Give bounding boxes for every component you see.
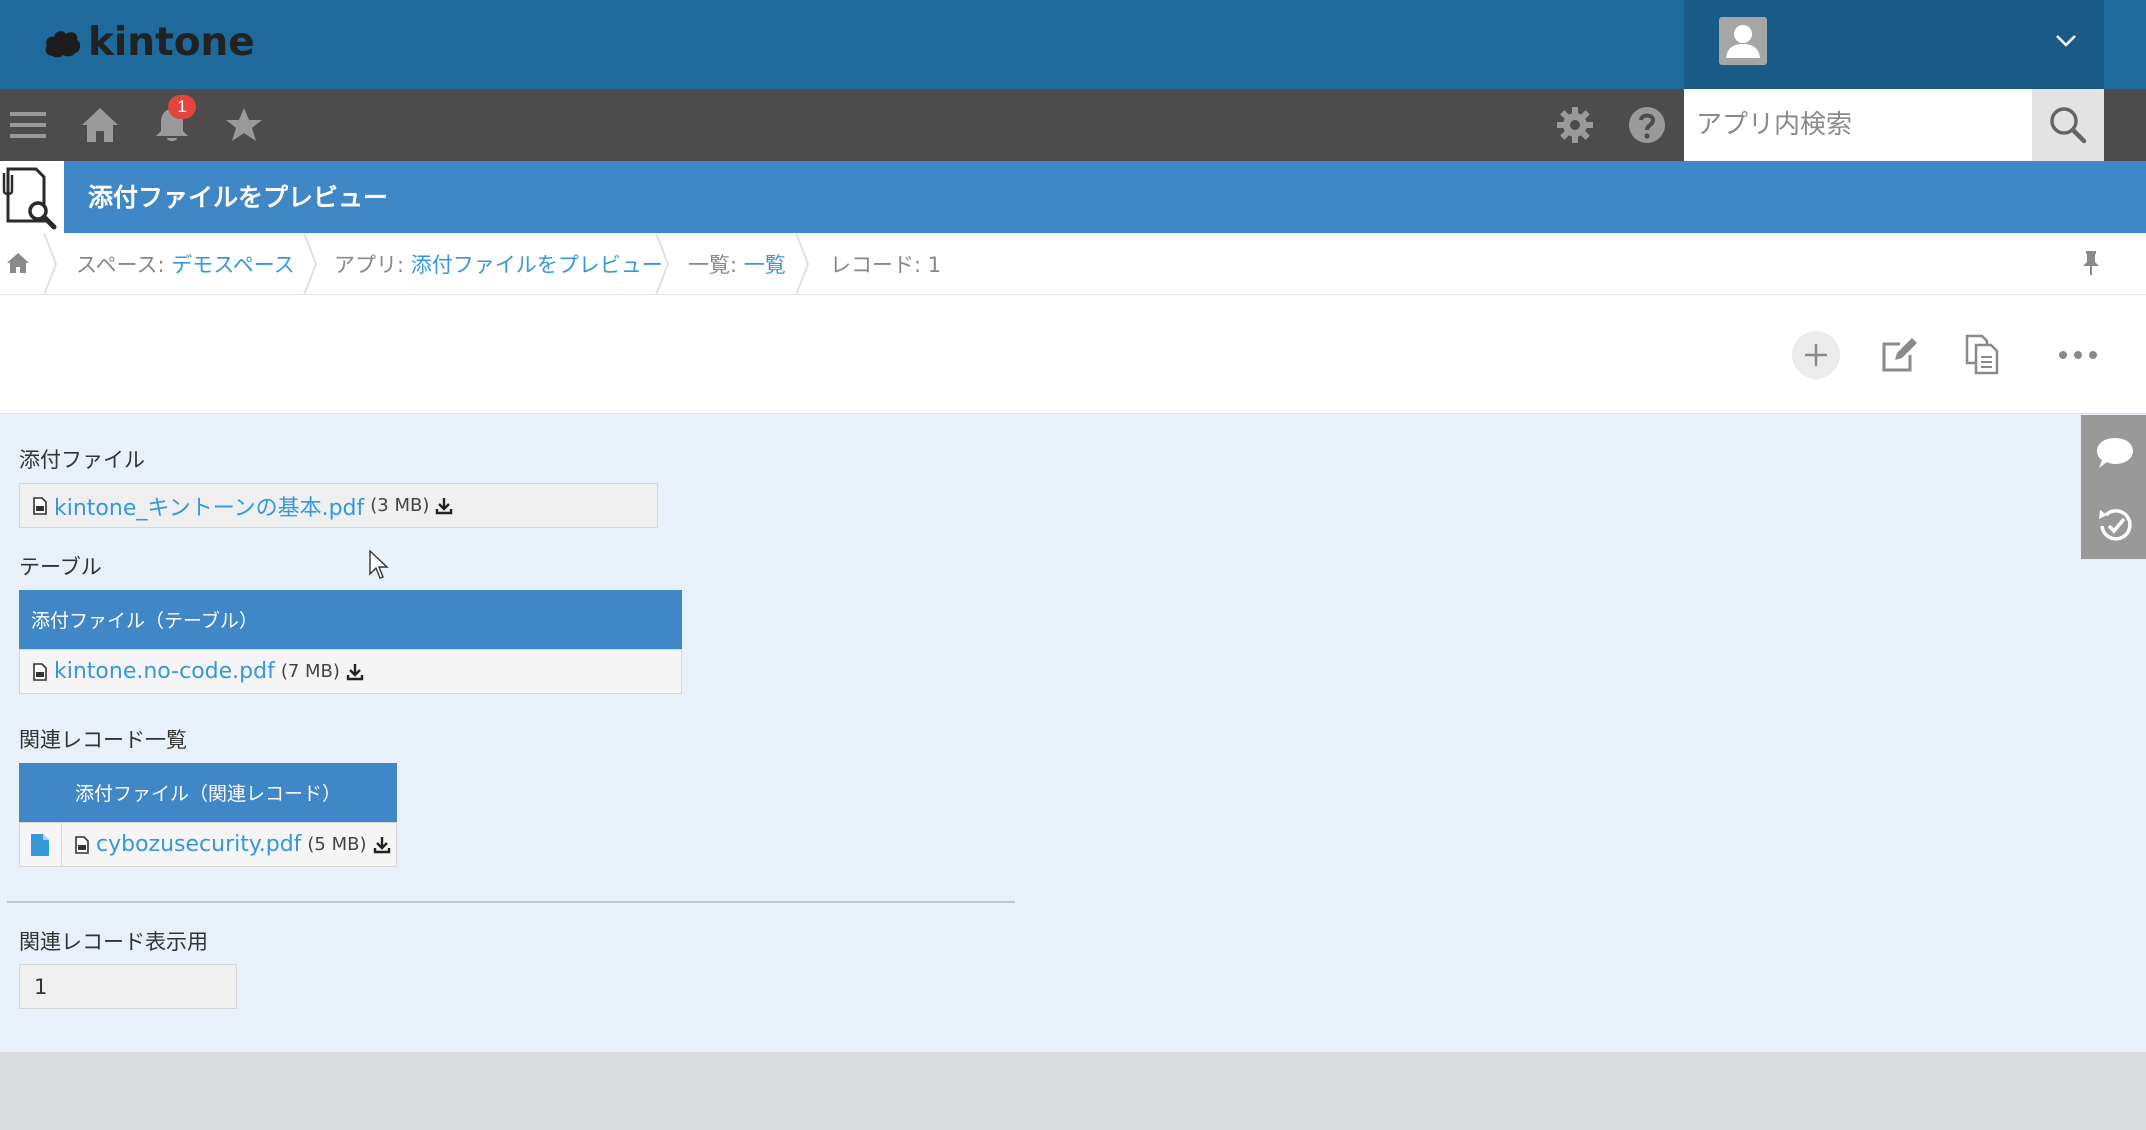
edit-icon[interactable] [1880, 335, 1920, 375]
breadcrumb-view-label: 一覧: [688, 253, 744, 277]
kintone-logo[interactable]: kintone [44, 20, 255, 65]
copy-icon[interactable] [1964, 333, 2000, 375]
history-icon[interactable] [2096, 506, 2134, 544]
pin-icon[interactable] [2080, 250, 2102, 276]
related-display-label: 関連レコード表示用 [19, 930, 208, 954]
download-icon[interactable] [373, 836, 391, 854]
more-icon[interactable] [2058, 346, 2098, 364]
breadcrumb-separator [655, 233, 670, 295]
search-button[interactable] [2032, 89, 2104, 161]
breadcrumb-separator [795, 233, 810, 295]
search-icon [2050, 107, 2087, 144]
app-search-input[interactable] [1696, 103, 2036, 147]
related-records-header: 添付ファイル（関連レコード） [19, 763, 397, 822]
file-icon [33, 496, 47, 515]
table-file-size: (7 MB) [280, 661, 340, 682]
breadcrumb-app-label: アプリ: [334, 253, 411, 277]
breadcrumb-space-link[interactable]: デモスペース [171, 253, 294, 277]
notification-badge: 1 [168, 95, 196, 119]
help-icon[interactable] [1627, 105, 1667, 145]
cloud-logo-icon [45, 30, 81, 57]
attachment-field: kintone_キントーンの基本.pdf (3 MB) [19, 483, 658, 528]
menu-icon[interactable] [8, 105, 48, 145]
download-icon[interactable] [346, 663, 364, 681]
attachment-file-size: (3 MB) [370, 495, 430, 516]
breadcrumb-view-link[interactable]: 一覧 [744, 253, 786, 277]
breadcrumb-space-label: スペース: [76, 253, 172, 277]
related-records-label: 関連レコード一覧 [19, 728, 187, 752]
table-field-label: テーブル [19, 555, 102, 579]
home-icon[interactable] [80, 105, 120, 145]
star-icon[interactable] [224, 105, 264, 145]
table-header: 添付ファイル（テーブル） [19, 590, 682, 649]
app-icon[interactable] [0, 161, 64, 233]
breadcrumb-record: レコード: 1 [830, 253, 942, 277]
gear-icon[interactable] [1555, 105, 1595, 145]
related-display-value: 1 [19, 964, 237, 1009]
breadcrumb-app: アプリ: 添付ファイルをプレビュー [334, 249, 663, 279]
breadcrumb-home-icon[interactable] [6, 251, 30, 275]
field-divider [7, 901, 1015, 903]
comment-icon[interactable] [2096, 436, 2134, 470]
related-file-link[interactable]: cybozusecurity.pdf [96, 832, 301, 857]
chevron-down-icon[interactable] [2055, 28, 2077, 52]
breadcrumb-space: スペース: デモスペース [76, 249, 295, 279]
table-row: kintone.no-code.pdf (7 MB) [19, 649, 682, 694]
file-icon [75, 835, 89, 854]
breadcrumb [0, 233, 2146, 295]
attachment-file-link[interactable]: kintone_キントーンの基本.pdf [54, 490, 364, 522]
add-icon[interactable] [1792, 331, 1840, 379]
logo-text: kintone [88, 20, 255, 65]
breadcrumb-separator [43, 233, 58, 295]
related-file-cell: cybozusecurity.pdf (5 MB) [62, 822, 391, 867]
breadcrumb-view: 一覧: 一覧 [688, 249, 786, 279]
table-file-link[interactable]: kintone.no-code.pdf [54, 659, 275, 684]
attachment-field-label: 添付ファイル [19, 448, 145, 472]
breadcrumb-separator [303, 233, 318, 295]
breadcrumb-app-link[interactable]: 添付ファイルをプレビュー [411, 253, 663, 277]
related-file-size: (5 MB) [307, 834, 367, 855]
download-icon[interactable] [435, 497, 453, 515]
file-icon [33, 662, 47, 681]
record-detail-icon[interactable] [19, 822, 62, 867]
user-avatar-icon[interactable] [1719, 17, 1767, 65]
app-title: 添付ファイルをプレビュー [88, 183, 389, 212]
mouse-cursor-icon [369, 550, 389, 580]
